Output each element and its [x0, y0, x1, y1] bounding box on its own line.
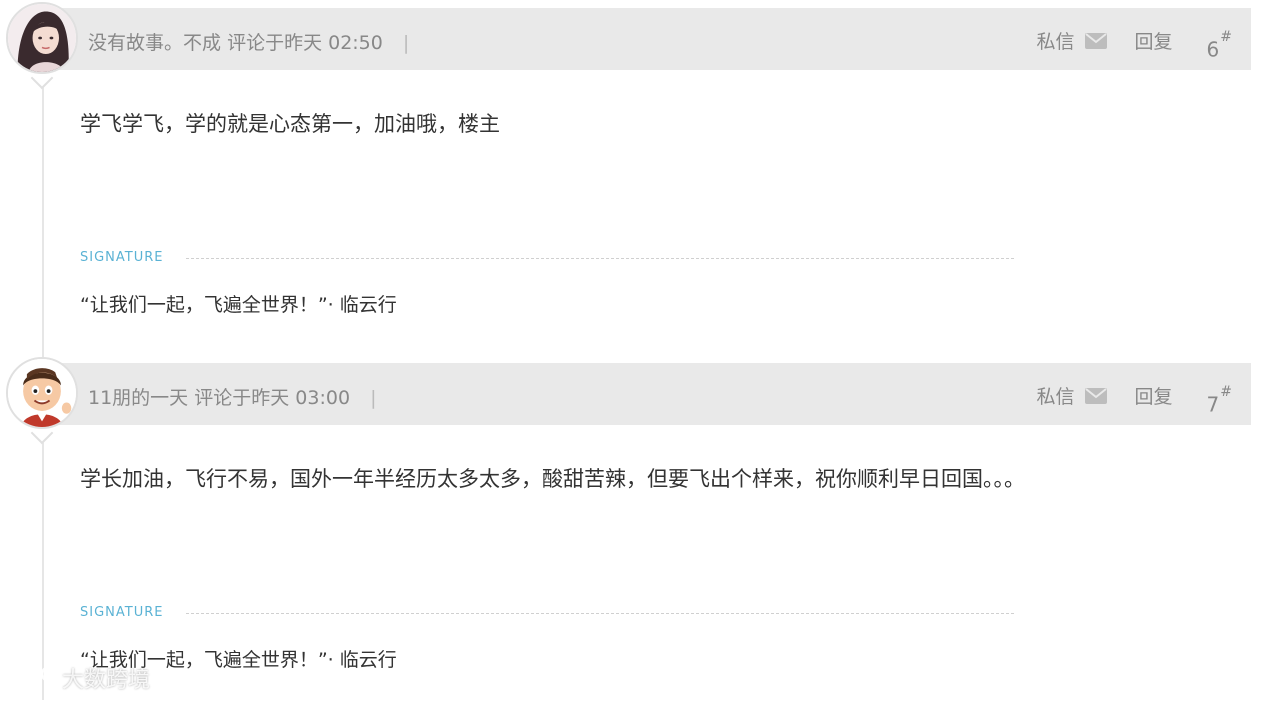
private-message-label: 私信 [1036, 386, 1075, 408]
floor-number-value: 6 [1206, 38, 1220, 62]
signature-label: SIGNATURE [80, 605, 164, 620]
author-name[interactable]: 没有故事。不成 [88, 32, 221, 54]
comment-actions: 私信 回复 6# [1037, 27, 1233, 60]
watermark: 大数跨境 [8, 662, 150, 694]
reply-button[interactable]: 回复 [1135, 382, 1173, 409]
private-message-button[interactable]: 私信 [1037, 382, 1107, 409]
signature-text: “让我们一起，飞遍全世界！”· 临云行 [80, 294, 397, 316]
comment-time: 评论于昨天 03:00 [194, 387, 351, 409]
reply-button[interactable]: 回复 [1135, 27, 1173, 54]
signature-divider: SIGNATURE [80, 605, 1014, 623]
floor-number-value: 7 [1206, 393, 1220, 417]
floor-number: 6# [1206, 30, 1232, 62]
signature-divider: SIGNATURE [80, 250, 1014, 268]
reply-label: 回复 [1134, 386, 1173, 408]
avatar[interactable] [6, 357, 78, 429]
private-message-button[interactable]: 私信 [1037, 27, 1107, 54]
signature-label: SIGNATURE [80, 250, 164, 265]
comment-post-7: 11朋的一天 评论于昨天 03:00 | 私信 回复 7# 学长加油，飞行不易，… [0, 355, 1280, 705]
cartoon-user-avatar-icon [8, 359, 76, 427]
floor-number: 7# [1206, 385, 1232, 417]
brand-logo-icon [10, 666, 56, 689]
female-user-avatar-icon [8, 4, 76, 72]
comment-meta: 11朋的一天 评论于昨天 03:00 | [88, 383, 376, 410]
comment-actions: 私信 回复 7# [1037, 382, 1233, 415]
watermark-text: 大数跨境 [62, 668, 151, 693]
reply-label: 回复 [1134, 31, 1173, 53]
comment-content: 学长加油，飞行不易，国外一年半经历太多太多，酸甜苦辣，但要飞出个样来，祝你顺利早… [80, 467, 1025, 491]
signature-dashed-line [186, 258, 1014, 259]
comment-time: 评论于昨天 02:50 [227, 32, 383, 54]
signature-dashed-line [186, 613, 1014, 614]
private-message-label: 私信 [1036, 31, 1075, 53]
comment-content: 学飞学飞，学的就是心态第一，加油哦，楼主 [80, 112, 500, 136]
meta-separator: | [402, 32, 410, 54]
avatar[interactable] [6, 2, 78, 74]
floor-mark: # [1220, 384, 1232, 401]
floor-mark: # [1220, 29, 1232, 46]
mail-icon [1084, 387, 1107, 404]
mail-icon [1084, 32, 1107, 49]
comment-meta: 没有故事。不成 评论于昨天 02:50 | [88, 28, 409, 55]
meta-separator: | [370, 387, 377, 409]
author-name[interactable]: 11朋的一天 [88, 387, 188, 409]
comment-post-6: 没有故事。不成 评论于昨天 02:50 | 私信 回复 6# 学飞学飞，学的就是… [0, 0, 1280, 350]
